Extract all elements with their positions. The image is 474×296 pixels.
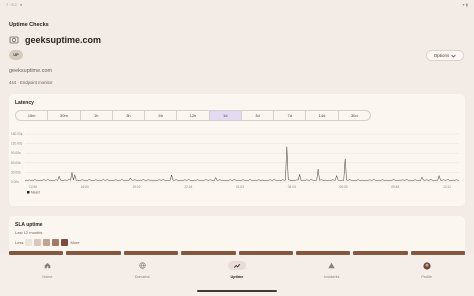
site-favicon-icon bbox=[9, 36, 19, 44]
range-option-30d[interactable]: 30d bbox=[339, 111, 370, 120]
nav-label: Uptime bbox=[230, 275, 244, 279]
x-tick-label: 12:11 bbox=[443, 185, 451, 189]
avatar bbox=[418, 261, 436, 270]
nav-label: Domains bbox=[134, 275, 150, 279]
range-option-30m[interactable]: 30m bbox=[48, 111, 81, 120]
y-tick-label: 150.00s bbox=[11, 132, 23, 136]
legend-less-label: Less bbox=[15, 240, 24, 245]
sla-title: SLA uptime bbox=[15, 222, 43, 228]
y-tick-label: 30.00s bbox=[11, 170, 21, 174]
globe-icon bbox=[133, 261, 151, 270]
latency-title: Latency bbox=[15, 100, 34, 106]
range-option-3d[interactable]: 3d bbox=[242, 111, 275, 120]
range-option-15m[interactable]: 15m bbox=[16, 111, 49, 120]
range-option-6h[interactable]: 6h bbox=[145, 111, 178, 120]
options-button[interactable]: Options bbox=[426, 50, 464, 61]
range-option-1d[interactable]: 1d bbox=[209, 111, 242, 120]
nav-item-profile[interactable]: Profile bbox=[379, 255, 474, 296]
x-tick-label: 06:39 bbox=[340, 185, 348, 189]
system-icons: ▾ ▮ bbox=[462, 2, 468, 7]
site-name: geeksuptime.com bbox=[25, 35, 102, 45]
latency-chart: 150.00s 120.00s 90.00s 60.00s 30.00s 0.00s 12:… bbox=[11, 132, 460, 194]
x-tick-label: 09:48 bbox=[391, 185, 399, 189]
site-description: 444 · Endpoint monitor bbox=[9, 80, 53, 85]
x-tick-label: 19:02 bbox=[133, 185, 141, 189]
home-indicator bbox=[197, 290, 277, 292]
x-tick-label: 12:56 bbox=[29, 185, 37, 189]
range-option-7d[interactable]: 7d bbox=[274, 111, 307, 120]
nav-label: Profile bbox=[421, 275, 432, 279]
status-time: 7:52 ● bbox=[6, 2, 24, 7]
page-title: Uptime Checks bbox=[9, 22, 49, 28]
range-option-3h[interactable]: 3h bbox=[113, 111, 146, 120]
time-range-selector: 15m 30m 1h 3h 6h 12h 1d 3d 7d 14d 30d bbox=[15, 110, 371, 121]
home-icon bbox=[38, 261, 56, 270]
y-tick-label: 60.00s bbox=[11, 161, 21, 165]
sla-legend: Less More bbox=[15, 239, 80, 246]
nav-label: Incidents bbox=[324, 275, 340, 279]
legend-swatch bbox=[43, 239, 51, 246]
status-badge: UP bbox=[9, 50, 23, 60]
nav-item-domains[interactable]: Domains bbox=[95, 255, 190, 296]
y-tick-label: 0.00s bbox=[11, 180, 19, 184]
sla-subtitle: Last 12 months bbox=[15, 230, 43, 235]
legend-more-label: More bbox=[70, 240, 80, 245]
x-tick-label: 01:03 bbox=[236, 185, 244, 189]
x-tick-label: 04:03 bbox=[288, 185, 296, 189]
y-tick-label: 120.00s bbox=[11, 142, 23, 146]
range-option-1h[interactable]: 1h bbox=[81, 111, 113, 120]
legend-swatch bbox=[52, 239, 60, 246]
x-tick-label: 16:00 bbox=[81, 185, 89, 189]
latency-series-line bbox=[24, 146, 460, 181]
options-label: Options bbox=[433, 53, 450, 58]
chevron-down-icon bbox=[451, 54, 456, 57]
nav-item-incidents[interactable]: Incidents bbox=[284, 255, 379, 296]
site-header: geeksuptime.com bbox=[9, 35, 101, 45]
legend-swatch bbox=[34, 239, 42, 246]
warning-icon bbox=[323, 261, 341, 270]
nav-item-home[interactable]: Home bbox=[0, 255, 95, 296]
legend-swatch bbox=[27, 191, 30, 194]
range-option-12h[interactable]: 12h bbox=[177, 111, 210, 120]
latency-card: Latency 15m 30m 1h 3h 6h 12h 1d 3d 7d 14d 30d 150.… bbox=[9, 94, 465, 206]
legend-swatch bbox=[61, 239, 69, 246]
sla-card: SLA uptime Last 12 months Less More bbox=[9, 216, 465, 254]
range-option-14d[interactable]: 14d bbox=[306, 111, 339, 120]
x-tick-label: 22:18 bbox=[184, 185, 192, 189]
legend-label: Meant bbox=[31, 190, 40, 194]
status-bar: 7:52 ● ▾ ▮ bbox=[0, 0, 474, 9]
y-tick-label: 90.00s bbox=[11, 151, 21, 155]
legend-swatch bbox=[25, 239, 33, 246]
nav-label: Home bbox=[42, 275, 53, 279]
site-url: geeksuptime.com bbox=[9, 68, 53, 74]
trend-icon bbox=[227, 261, 246, 270]
